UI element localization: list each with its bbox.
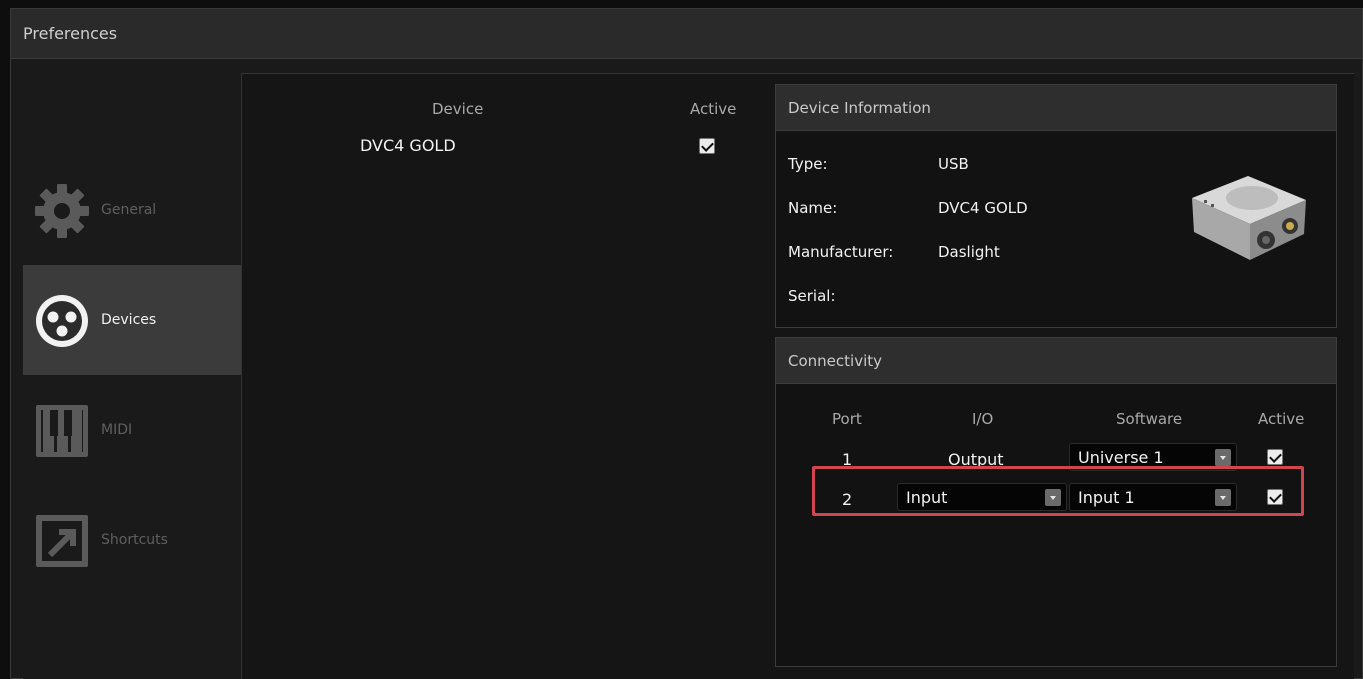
active-column-header: Active [1258, 410, 1305, 428]
sidebar-item-midi[interactable]: MIDI [23, 375, 241, 485]
xlr-connector-icon [36, 295, 88, 347]
sidebar-item-label: Devices [101, 312, 157, 328]
usb-dmx-interface-image [1192, 176, 1306, 260]
sidebar-item-label: MIDI [101, 422, 133, 438]
info-type-label: Type: [788, 155, 828, 173]
device-list-item[interactable]: DVC4 GOLD [360, 136, 456, 155]
software-dropdown-value: Universe 1 [1078, 448, 1164, 467]
info-name-label: Name: [788, 199, 838, 217]
info-type-row: Type: USB [788, 155, 969, 173]
info-serial-row: Serial: [788, 287, 938, 305]
gear-icon [35, 184, 89, 238]
title-bar: Preferences [11, 9, 1362, 59]
info-manufacturer-row: Manufacturer: Daslight [788, 243, 1000, 261]
info-name-row: Name: DVC4 GOLD [788, 199, 1028, 217]
info-name-value: DVC4 GOLD [938, 199, 1028, 217]
chevron-down-icon[interactable] [1215, 449, 1231, 466]
connectivity-title: Connectivity [776, 338, 1336, 384]
port-column-header: Port [832, 410, 862, 428]
sidebar-item-shortcuts[interactable]: Shortcuts [23, 485, 241, 595]
device-information-title: Device Information [776, 85, 1336, 131]
software-column-header: Software [1116, 410, 1183, 428]
devices-content: Device Active DVC4 GOLD Device Informati… [241, 73, 1354, 679]
piano-keys-icon [36, 405, 88, 457]
io-column-header: I/O [972, 410, 994, 428]
sidebar-item-label: Shortcuts [101, 532, 168, 548]
port-active-checkbox[interactable] [1267, 449, 1283, 465]
sidebar-item-label: General [101, 202, 157, 218]
device-information-panel: Device Information Type: USB Name: DVC4 GO… [775, 84, 1337, 328]
info-manufacturer-label: Manufacturer: [788, 243, 894, 261]
info-type-value: USB [938, 155, 969, 173]
sidebar-item-general[interactable]: General [23, 155, 241, 265]
sidebar: General Devices MIDI Shortcuts [23, 73, 241, 679]
highlight-annotation [812, 466, 1304, 516]
shortcut-arrow-icon [36, 515, 88, 567]
active-column-header: Active [690, 100, 737, 118]
info-serial-label: Serial: [788, 287, 836, 305]
window-title: Preferences [23, 24, 118, 43]
info-manufacturer-value: Daslight [938, 243, 1000, 261]
device-column-header: Device [432, 100, 484, 118]
device-active-checkbox[interactable] [699, 138, 715, 154]
preferences-window: Preferences General Devices MIDI Shortcu… [10, 8, 1363, 679]
sidebar-item-devices[interactable]: Devices [23, 265, 241, 375]
